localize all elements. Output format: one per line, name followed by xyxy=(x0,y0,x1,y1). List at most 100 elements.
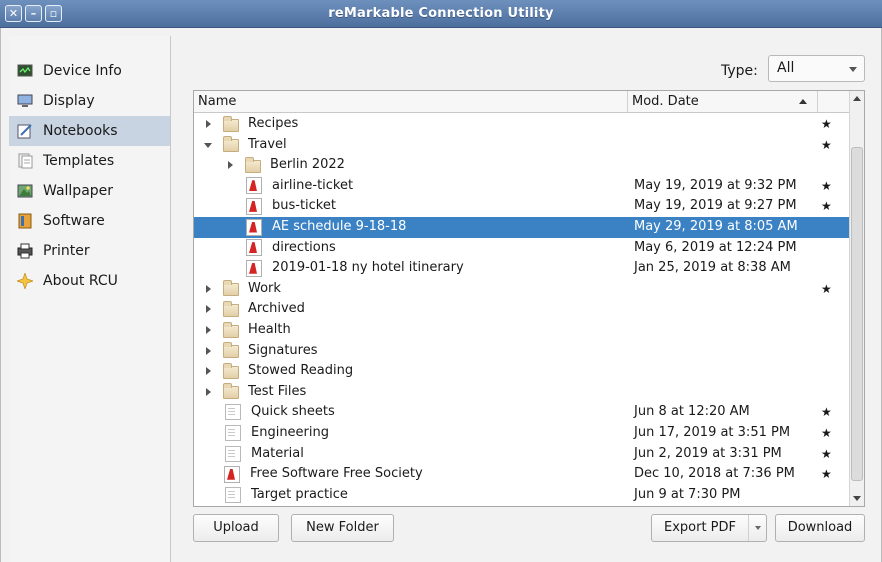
sidebar-item-device-info[interactable]: Device Info xyxy=(17,56,169,86)
expand-closed-icon[interactable] xyxy=(202,361,214,381)
notebook-file-icon xyxy=(225,404,241,421)
tree-row[interactable]: Quick sheets Jun 8 at 12:20 AM ★ xyxy=(194,402,849,423)
favorite-star-icon[interactable]: ★ xyxy=(821,464,832,484)
favorite-star-icon[interactable]: ★ xyxy=(821,114,832,134)
favorite-star-icon[interactable]: ★ xyxy=(821,176,832,196)
expand-open-icon[interactable] xyxy=(202,135,214,155)
folder-icon xyxy=(223,300,239,317)
expand-closed-icon[interactable] xyxy=(202,341,214,361)
tree-row[interactable]: Engineering Jun 17, 2019 at 3:51 PM ★ xyxy=(194,423,849,444)
tree-cell-name: Recipes xyxy=(194,114,298,134)
expand-closed-icon[interactable] xyxy=(202,382,214,402)
scroll-up-icon[interactable] xyxy=(853,96,861,101)
favorite-star-icon[interactable]: ★ xyxy=(821,402,832,422)
upload-button[interactable]: Upload xyxy=(193,514,279,542)
tree-row[interactable]: directions May 6, 2019 at 12:24 PM xyxy=(194,238,849,259)
tree-row[interactable]: Free Software Free Society Dec 10, 2018 a… xyxy=(194,464,849,485)
column-header-favorite[interactable] xyxy=(818,91,849,112)
tree-row[interactable]: bus-ticket May 19, 2019 at 9:27 PM ★ xyxy=(194,196,849,217)
tree-row[interactable]: Archived xyxy=(194,299,849,320)
pdf-icon xyxy=(246,197,262,215)
tree-item-label: Signatures xyxy=(248,342,318,358)
sidebar-item-printer[interactable]: Printer xyxy=(17,236,169,266)
tree-row[interactable]: Travel ★ xyxy=(194,135,849,156)
sidebar: Device Info Display Notebooks Templates … xyxy=(9,36,171,562)
tree-row[interactable]: Berlin 2022 xyxy=(194,155,849,176)
tree-cell-name: Archived xyxy=(194,299,305,319)
tree-row[interactable]: Test Files xyxy=(194,382,849,403)
tree-row[interactable]: AE schedule 9-18-18 May 29, 2019 at 8:05 … xyxy=(194,217,849,238)
column-header-name[interactable]: Name xyxy=(194,91,628,112)
tree-header: Name Mod. Date xyxy=(194,91,849,113)
favorite-star-icon[interactable]: ★ xyxy=(821,444,832,464)
tree-cell-name: Travel xyxy=(194,135,287,155)
tree-item-label: Test Files xyxy=(248,383,307,399)
sidebar-item-label: Device Info xyxy=(43,63,122,79)
software-icon xyxy=(17,213,33,229)
tree-row[interactable]: airline-ticket May 19, 2019 at 9:32 PM ★ xyxy=(194,176,849,197)
tree-cell-name: AE schedule 9-18-18 xyxy=(194,217,406,237)
tree-item-label: Target practice xyxy=(251,486,348,502)
sidebar-item-about-rcu[interactable]: About RCU xyxy=(15,266,169,296)
sidebar-item-notebooks[interactable]: Notebooks xyxy=(9,116,170,146)
tree-row[interactable]: Recipes ★ xyxy=(194,114,849,135)
tree-cell-date: Jan 25, 2019 at 8:38 AM xyxy=(634,260,791,276)
folder-icon xyxy=(223,342,239,359)
tree-cell-name: Berlin 2022 xyxy=(194,155,345,175)
tree-row[interactable]: 2019-01-18 ny hotel itinerary Jan 25, 201… xyxy=(194,258,849,279)
folder-icon xyxy=(223,383,239,400)
tree-item-label: AE schedule 9-18-18 xyxy=(272,219,407,234)
sidebar-item-software[interactable]: Software xyxy=(17,206,169,236)
folder-icon xyxy=(223,115,239,132)
pdf-icon xyxy=(246,259,262,277)
download-button[interactable]: Download xyxy=(775,514,865,542)
sidebar-item-label: Display xyxy=(43,93,95,109)
tree-cell-name: directions xyxy=(194,238,336,258)
tree-row[interactable]: Health xyxy=(194,320,849,341)
tree-row[interactable]: Stowed Reading xyxy=(194,361,849,382)
tree-item-label: Quick sheets xyxy=(251,404,335,420)
type-filter-select[interactable]: All xyxy=(768,55,865,82)
favorite-star-icon[interactable]: ★ xyxy=(821,196,832,216)
main-window: Device Info Display Notebooks Templates … xyxy=(0,28,882,562)
printer-icon xyxy=(17,243,33,259)
export-options-dropdown-icon[interactable] xyxy=(748,515,766,541)
tree-item-label: Material xyxy=(251,445,304,461)
favorite-star-icon[interactable]: ★ xyxy=(821,135,832,155)
scrollbar-thumb[interactable] xyxy=(851,147,863,481)
tree-item-label: Stowed Reading xyxy=(248,363,354,379)
sidebar-item-label: About RCU xyxy=(43,273,118,289)
folder-icon xyxy=(223,136,239,153)
tree-item-label: Engineering xyxy=(251,425,329,440)
expand-closed-icon[interactable] xyxy=(202,114,214,134)
tree-row[interactable]: Work ★ xyxy=(194,279,849,300)
expand-closed-icon[interactable] xyxy=(202,279,214,299)
vertical-scrollbar[interactable] xyxy=(849,91,864,506)
export-pdf-button[interactable]: Export PDF xyxy=(651,514,767,542)
expand-closed-icon[interactable] xyxy=(202,320,214,340)
window-title: reMarkable Connection Utility xyxy=(328,6,554,21)
favorite-star-icon[interactable]: ★ xyxy=(821,423,832,443)
notebook-tree[interactable]: Name Mod. Date Recipes ★ Travel ★ Berlin 202… xyxy=(193,90,865,507)
expand-closed-icon[interactable] xyxy=(202,299,214,319)
favorite-star-icon[interactable]: ★ xyxy=(821,279,832,299)
tree-item-label: bus-ticket xyxy=(272,198,336,214)
star-icon xyxy=(15,271,35,291)
scroll-down-icon[interactable] xyxy=(853,496,861,501)
sidebar-item-wallpaper[interactable]: Wallpaper xyxy=(17,176,169,206)
sidebar-item-templates[interactable]: Templates xyxy=(17,146,169,176)
tree-row[interactable]: Material Jun 2, 2019 at 3:31 PM ★ xyxy=(194,444,849,465)
tree-row[interactable]: Target practice Jun 9 at 7:30 PM xyxy=(194,485,849,506)
tree-row[interactable]: Signatures xyxy=(194,341,849,362)
tree-item-label: airline-ticket xyxy=(272,177,354,193)
new-folder-button[interactable]: New Folder xyxy=(291,514,394,542)
templates-icon xyxy=(17,153,33,169)
column-header-date[interactable]: Mod. Date xyxy=(628,91,818,112)
expand-closed-icon[interactable] xyxy=(224,155,236,175)
sidebar-item-display[interactable]: Display xyxy=(17,86,169,116)
title-bar: ✕ – ▫ reMarkable Connection Utility xyxy=(0,0,882,28)
